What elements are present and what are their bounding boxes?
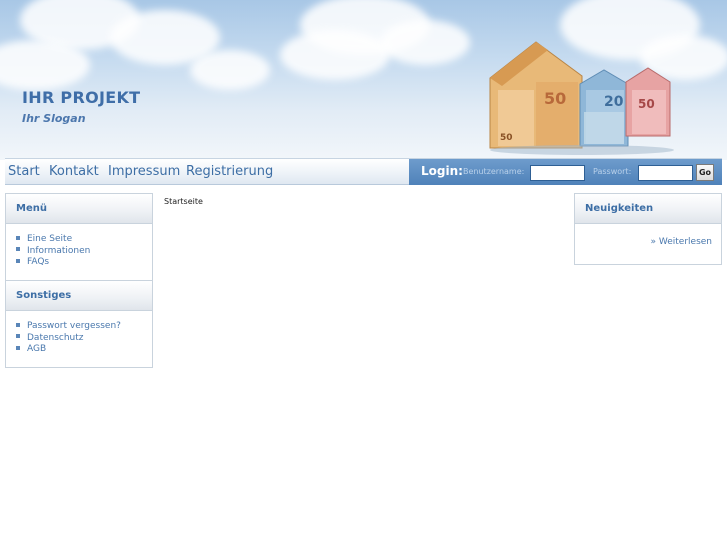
other-box-title: Sonstiges bbox=[6, 281, 152, 311]
bullet-icon bbox=[16, 235, 20, 240]
site-slogan: Ihr Slogan bbox=[22, 112, 86, 125]
password-input[interactable] bbox=[638, 165, 693, 181]
banknote-value-2: 20 bbox=[604, 94, 624, 110]
menu-box-title: Menü bbox=[6, 194, 152, 224]
nav-kontakt[interactable]: Kontakt bbox=[49, 164, 99, 179]
bullet-icon bbox=[16, 322, 20, 327]
bullet-icon bbox=[16, 247, 20, 251]
nav-registrierung[interactable]: Registrierung bbox=[186, 164, 273, 179]
news-box: Neuigkeiten » Weiterlesen bbox=[574, 193, 722, 265]
bullet-icon bbox=[16, 345, 20, 350]
menu-item-informationen[interactable]: Informationen bbox=[16, 246, 152, 258]
bullet-icon bbox=[16, 334, 20, 338]
login-go-button[interactable]: Go bbox=[696, 164, 714, 181]
other-box: Sonstiges Passwort vergessen? Datenschut… bbox=[5, 280, 153, 368]
news-box-title: Neuigkeiten bbox=[575, 194, 721, 224]
page-breadcrumb: Startseite bbox=[164, 197, 203, 206]
other-item-passwort-vergessen[interactable]: Passwort vergessen? bbox=[16, 321, 152, 333]
other-item-datenschutz[interactable]: Datenschutz bbox=[16, 333, 152, 345]
money-houses-image: 50 50 20 50 bbox=[489, 41, 674, 155]
nav-start[interactable]: Start bbox=[8, 164, 40, 179]
username-input[interactable] bbox=[530, 165, 585, 181]
login-label: Login: bbox=[421, 164, 463, 178]
svg-text:50: 50 bbox=[500, 133, 513, 143]
banknote-value-1: 50 bbox=[544, 89, 566, 108]
site-title: IHR PROJEKT bbox=[22, 88, 141, 107]
banknote-value-3: 50 bbox=[638, 97, 655, 111]
menu-box: Menü Eine Seite Informationen FAQs bbox=[5, 193, 153, 281]
other-item-agb[interactable]: AGB bbox=[16, 344, 152, 356]
nav-impressum[interactable]: Impressum bbox=[108, 164, 180, 179]
header-banner: IHR PROJEKT Ihr Slogan 50 50 20 50 bbox=[0, 0, 727, 160]
username-label: Benutzername: bbox=[463, 167, 525, 176]
login-form: Login: Benutzername: Passwort: Go bbox=[409, 159, 722, 185]
page: IHR PROJEKT Ihr Slogan 50 50 20 50 Start… bbox=[0, 0, 727, 545]
menu-item-faqs[interactable]: FAQs bbox=[16, 257, 152, 269]
bullet-icon bbox=[16, 258, 20, 263]
menu-item-eine-seite[interactable]: Eine Seite bbox=[16, 234, 152, 246]
read-more-link[interactable]: » Weiterlesen bbox=[650, 237, 712, 247]
password-label: Passwort: bbox=[593, 167, 632, 176]
